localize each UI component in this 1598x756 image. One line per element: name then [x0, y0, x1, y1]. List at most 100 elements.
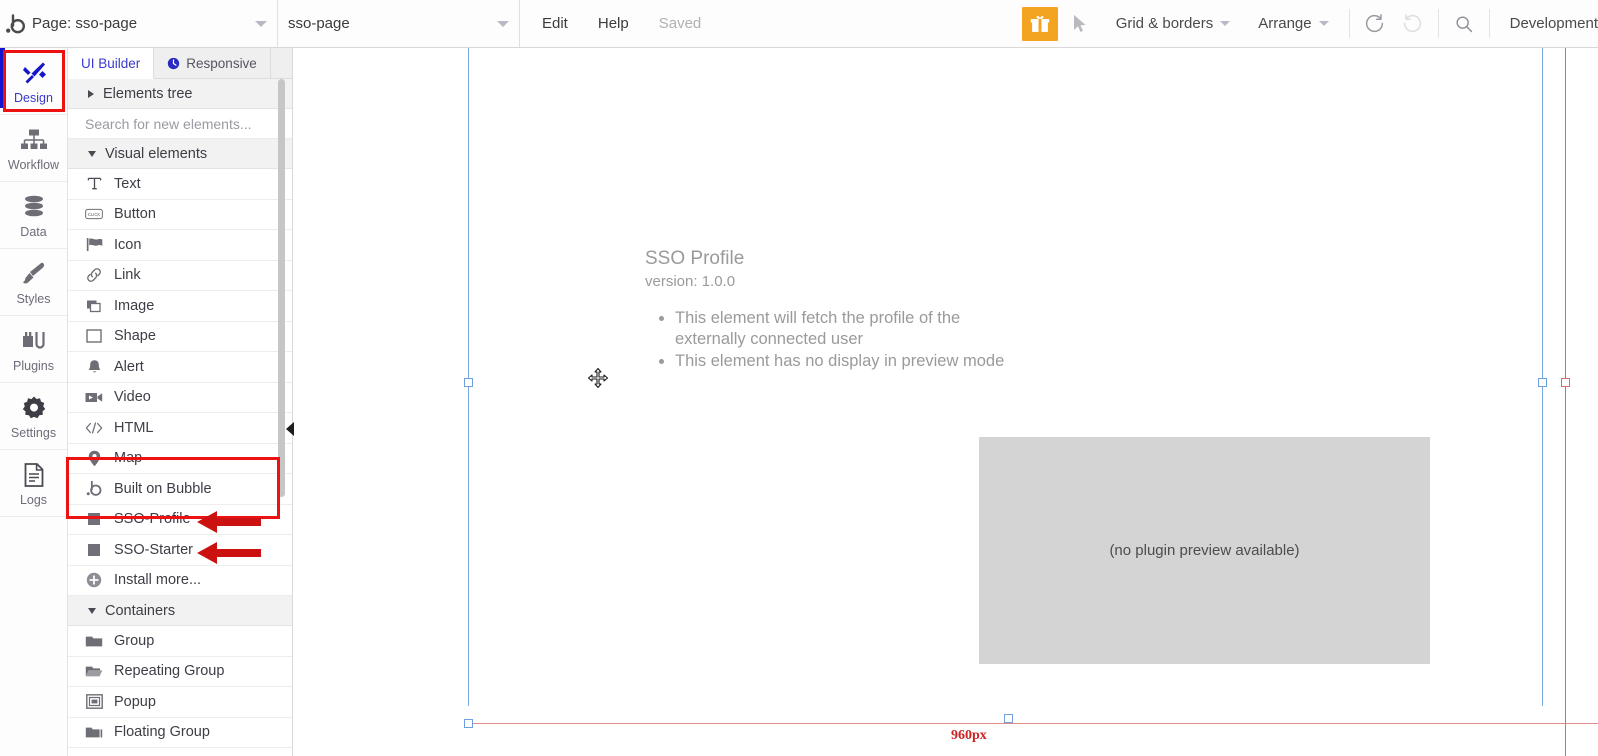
palette-item-floating-group[interactable]: Floating Group: [68, 717, 292, 748]
text-t-icon: [85, 176, 103, 191]
palette-label-button: Button: [114, 206, 156, 223]
palette-item-image[interactable]: Image: [68, 291, 292, 322]
palette-label-image: Image: [114, 297, 155, 314]
arrange-dropdown[interactable]: Arrange: [1244, 0, 1342, 47]
section-containers[interactable]: Containers: [68, 596, 292, 626]
version-selector[interactable]: Development: [1496, 0, 1598, 47]
section-containers-label: Containers: [105, 602, 176, 619]
tab-ui-builder[interactable]: UI Builder: [68, 48, 155, 79]
palette-item-install-more[interactable]: Install more...: [68, 565, 292, 596]
grid-borders-label: Grid & borders: [1115, 15, 1214, 32]
page-selector[interactable]: Page: sso-page: [28, 0, 278, 47]
undo-icon: [1366, 14, 1384, 33]
palette-item-link[interactable]: Link: [68, 260, 292, 291]
palette-label-sso-starter: SSO-Starter: [114, 541, 193, 558]
search-elements-input[interactable]: Search for new elements...: [68, 109, 292, 139]
palette-label-map: Map: [114, 450, 143, 467]
rail-item-workflow[interactable]: Workflow: [0, 115, 67, 182]
top-toolbar: Page: sso-page sso-page Edit Help Saved: [0, 0, 1598, 48]
rail-item-styles[interactable]: Styles: [0, 249, 67, 316]
chevron-down-icon: [1220, 21, 1231, 26]
canvas-bullet-item: This element has no display in preview m…: [675, 351, 1375, 372]
palette-label-html: HTML: [114, 419, 154, 436]
menu-item-edit[interactable]: Edit: [542, 15, 568, 32]
section-visual-elements[interactable]: Visual elements: [68, 139, 292, 169]
palette-item-built-on-bubble[interactable]: Built on Bubble: [68, 474, 292, 505]
canvas-element-version: version: 1.0.0: [645, 273, 736, 290]
palette-item-sso-profile[interactable]: SSO-Profile: [68, 504, 292, 535]
palette-item-repeating-group[interactable]: Repeating Group: [68, 656, 292, 687]
bubble-b-glyph: [6, 13, 26, 33]
bubble-logo-icon[interactable]: [0, 0, 28, 47]
panel-scrollbar[interactable]: [278, 79, 285, 497]
top-menu: Edit Help Saved: [520, 0, 701, 47]
chevron-down-icon: [1318, 21, 1329, 26]
palette-item-popup[interactable]: Popup: [68, 687, 292, 718]
design-tools-icon: [20, 58, 48, 88]
rail-label-plugins: Plugins: [13, 358, 54, 373]
elements-tree-header[interactable]: Elements tree: [68, 79, 292, 109]
rail-item-settings[interactable]: Settings: [0, 383, 67, 450]
palette-label-install-more: Install more...: [114, 572, 202, 589]
plug-icon: [21, 326, 47, 356]
gift-button[interactable]: [1021, 6, 1058, 41]
page-bottom-boundary: [468, 723, 1598, 724]
toolbar-divider: [1437, 9, 1439, 38]
palette-item-sso-starter[interactable]: SSO-Starter: [68, 535, 292, 566]
palette-label-built-on-bubble: Built on Bubble: [114, 480, 212, 497]
folder-stack-icon: [85, 725, 103, 739]
rail-label-data: Data: [20, 224, 47, 239]
palette-label-repeating-group: Repeating Group: [114, 663, 225, 680]
palette-label-alert: Alert: [114, 358, 144, 375]
search-button[interactable]: [1445, 0, 1483, 47]
page-name-value: sso-page: [288, 15, 350, 32]
palette-item-map[interactable]: Map: [68, 443, 292, 474]
undo-button[interactable]: [1356, 0, 1394, 47]
tab-responsive[interactable]: Responsive: [154, 48, 271, 78]
palette-item-text[interactable]: Text: [68, 169, 292, 200]
document-lines-icon: [22, 460, 46, 490]
palette-item-button[interactable]: CLICK Button: [68, 199, 292, 230]
pointer-tool-button[interactable]: [1058, 0, 1102, 47]
palette-item-icon[interactable]: Icon: [68, 230, 292, 261]
palette-label-video: Video: [114, 389, 151, 406]
palette-item-alert[interactable]: Alert: [68, 352, 292, 383]
panel-collapse-toggle[interactable]: [286, 422, 294, 436]
palette-label-floating-group: Floating Group: [114, 724, 210, 741]
palette-item-shape[interactable]: Shape: [68, 321, 292, 352]
resize-handle-right[interactable]: [1538, 378, 1547, 387]
redo-icon: [1403, 14, 1422, 33]
menu-item-help[interactable]: Help: [598, 15, 629, 32]
rail-item-plugins[interactable]: Plugins: [0, 316, 67, 383]
rail-label-design: Design: [14, 90, 53, 105]
resize-handle-left[interactable]: [464, 378, 473, 387]
palette-label-popup: Popup: [114, 693, 156, 710]
plugin-preview-placeholder[interactable]: (no plugin preview available): [979, 437, 1430, 664]
rail-item-design[interactable]: Design: [0, 48, 67, 115]
bell-icon: [85, 359, 103, 375]
page-name-field[interactable]: sso-page: [278, 0, 520, 47]
redo-button[interactable]: [1394, 0, 1432, 47]
resize-handle-bottom-center[interactable]: [1004, 714, 1013, 723]
bubble-editor-window: Page: sso-page sso-page Edit Help Saved: [0, 0, 1598, 756]
plugin-square-icon: [85, 512, 103, 526]
page-right-boundary: [1542, 48, 1543, 706]
rail-item-logs[interactable]: Logs: [0, 450, 67, 517]
palette-item-html[interactable]: HTML: [68, 413, 292, 444]
palette-item-group[interactable]: Group: [68, 626, 292, 657]
save-status: Saved: [658, 15, 702, 32]
resize-handle-bottom-left[interactable]: [464, 719, 473, 728]
page-selector-label: Page: sso-page: [32, 15, 138, 32]
page-canvas[interactable]: 960px SSO Profile version: 1.0.0 This el…: [293, 48, 1598, 756]
page-left-boundary: [468, 48, 469, 706]
elements-tree-label: Elements tree: [103, 85, 193, 102]
rail-item-data[interactable]: Data: [0, 182, 67, 249]
canvas-element-title: SSO Profile: [645, 248, 745, 269]
tab-ui-builder-label: UI Builder: [81, 55, 141, 71]
square-outline-icon: [85, 329, 103, 343]
resize-handle-red-right[interactable]: [1561, 378, 1570, 387]
code-tags-icon: [85, 421, 103, 435]
grid-borders-dropdown[interactable]: Grid & borders: [1102, 0, 1245, 47]
palette-item-video[interactable]: Video: [68, 382, 292, 413]
video-camera-icon: [85, 391, 103, 404]
